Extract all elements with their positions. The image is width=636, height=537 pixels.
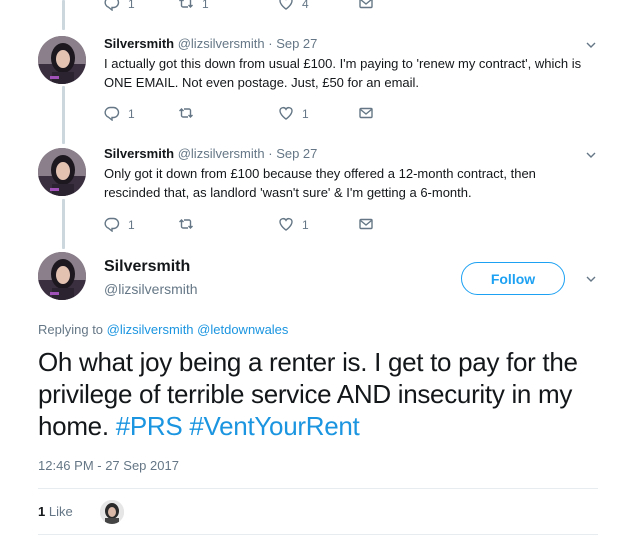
dm-button[interactable] [358,105,374,124]
author-name[interactable]: Silversmith [104,36,174,51]
author-handle[interactable]: @lizsilversmith [178,146,265,161]
separator-dot: · [268,36,273,51]
author-handle[interactable]: @lizsilversmith [178,36,265,51]
hashtag-link[interactable]: #PRS [116,411,183,441]
hashtag-link[interactable]: #VentYourRent [189,411,359,441]
retweet-button[interactable]: 1 [178,0,252,14]
like-count: 1 [302,107,309,121]
replying-prefix: Replying to [38,322,104,337]
divider [38,488,598,489]
reply-icon [104,0,120,14]
reply-icon [104,216,120,235]
reply-count: 1 [128,0,135,11]
divider [38,534,598,535]
reply-count: 1 [128,218,135,232]
tweet-actions: 1 1 [104,217,374,233]
likes-label: Like [48,504,73,519]
thread-line [62,199,65,249]
retweet-icon [178,216,194,235]
dm-button[interactable] [358,0,374,14]
author-name[interactable]: Silversmith [104,146,174,161]
like-button[interactable]: 1 [278,216,344,235]
reply-button[interactable]: 1 [104,216,162,235]
replying-to: Replying to @lizsilversmith @letdownwale… [38,322,288,338]
follow-button[interactable]: Follow [461,262,565,295]
tweet-header: Silversmith @lizsilversmith · Sep 27 [104,145,317,163]
likes-count: 1 [38,504,46,519]
tweet-menu[interactable] [584,148,598,162]
like-button[interactable]: 4 [278,0,344,14]
tweet-date[interactable]: Sep 27 [276,146,317,161]
envelope-icon [358,0,374,14]
reply-button[interactable]: 1 [104,0,162,14]
tweet-text: I actually got this down from usual £100… [104,56,582,90]
retweet-button[interactable] [178,105,252,124]
tweet-menu[interactable] [584,272,598,286]
like-count: 1 [302,218,309,232]
tweet-actions: 1 1 4 [104,0,374,12]
heart-icon [278,0,294,14]
avatar[interactable] [38,36,86,84]
like-button[interactable]: 1 [278,105,344,124]
retweet-button[interactable] [178,216,252,235]
avatar[interactable] [100,500,124,524]
like-count: 4 [302,0,309,11]
avatar[interactable] [38,148,86,196]
reply-icon [104,105,120,124]
thread-line [62,86,65,144]
tweet-text: Only got it down from £100 because they … [104,166,536,200]
author-name[interactable]: Silversmith [104,257,190,277]
tweet-menu[interactable] [584,38,598,52]
heart-icon [278,105,294,124]
tweet-text: Oh what joy being a renter is. I get to … [38,346,618,442]
dm-button[interactable] [358,216,374,235]
heart-icon [278,216,294,235]
tweet-date[interactable]: Sep 27 [276,36,317,51]
tweet-header: Silversmith @lizsilversmith · Sep 27 [104,35,317,53]
envelope-icon [358,105,374,124]
chevron-down-icon [584,273,598,290]
tweet-timestamp[interactable]: 12:46 PM - 27 Sep 2017 [38,458,179,474]
reply-button[interactable]: 1 [104,105,162,124]
mention-link[interactable]: @letdownwales [197,322,288,337]
avatar[interactable] [38,252,86,300]
separator-dot: · [268,146,273,161]
tweet-actions: 1 1 [104,106,374,122]
retweet-icon [178,105,194,124]
author-handle[interactable]: @lizsilversmith [104,280,198,298]
envelope-icon [358,216,374,235]
likes-stat[interactable]: 1 Like [38,504,73,520]
retweet-icon [178,0,194,14]
mention-link[interactable]: @lizsilversmith [107,322,194,337]
reply-count: 1 [128,107,135,121]
retweet-count: 1 [202,0,209,11]
thread-line [62,0,65,30]
